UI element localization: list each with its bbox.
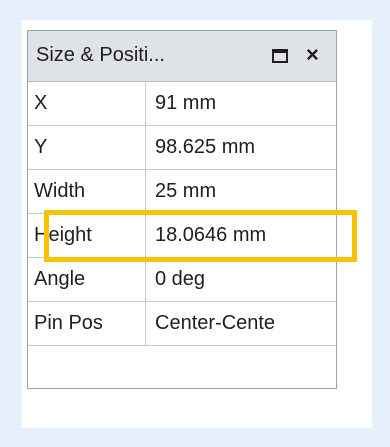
property-label: X [28,82,146,125]
property-label: Pin Pos [28,302,146,345]
close-icon[interactable]: × [306,42,319,68]
panel-title: Size & Positi... [36,44,165,66]
property-value-pin-pos[interactable]: Center-Cente [146,302,336,345]
property-row-angle[interactable]: Angle 0 deg [28,258,336,302]
property-label: Y [28,126,146,169]
property-row-y[interactable]: Y 98.625 mm [28,126,336,170]
property-label: Angle [28,258,146,301]
property-value-x[interactable]: 91 mm [146,82,336,125]
property-row-pin-pos[interactable]: Pin Pos Center-Cente [28,302,336,346]
restore-window-icon[interactable] [272,49,288,63]
property-row-width[interactable]: Width 25 mm [28,170,336,214]
property-row-x[interactable]: X 91 mm [28,82,336,126]
panel-titlebar[interactable]: Size & Positi... × [28,31,336,82]
property-value-width[interactable]: 25 mm [146,170,336,213]
width-row-highlight [44,210,357,262]
property-value-y[interactable]: 98.625 mm [146,126,336,169]
property-value-angle[interactable]: 0 deg [146,258,336,301]
property-label: Width [28,170,146,213]
